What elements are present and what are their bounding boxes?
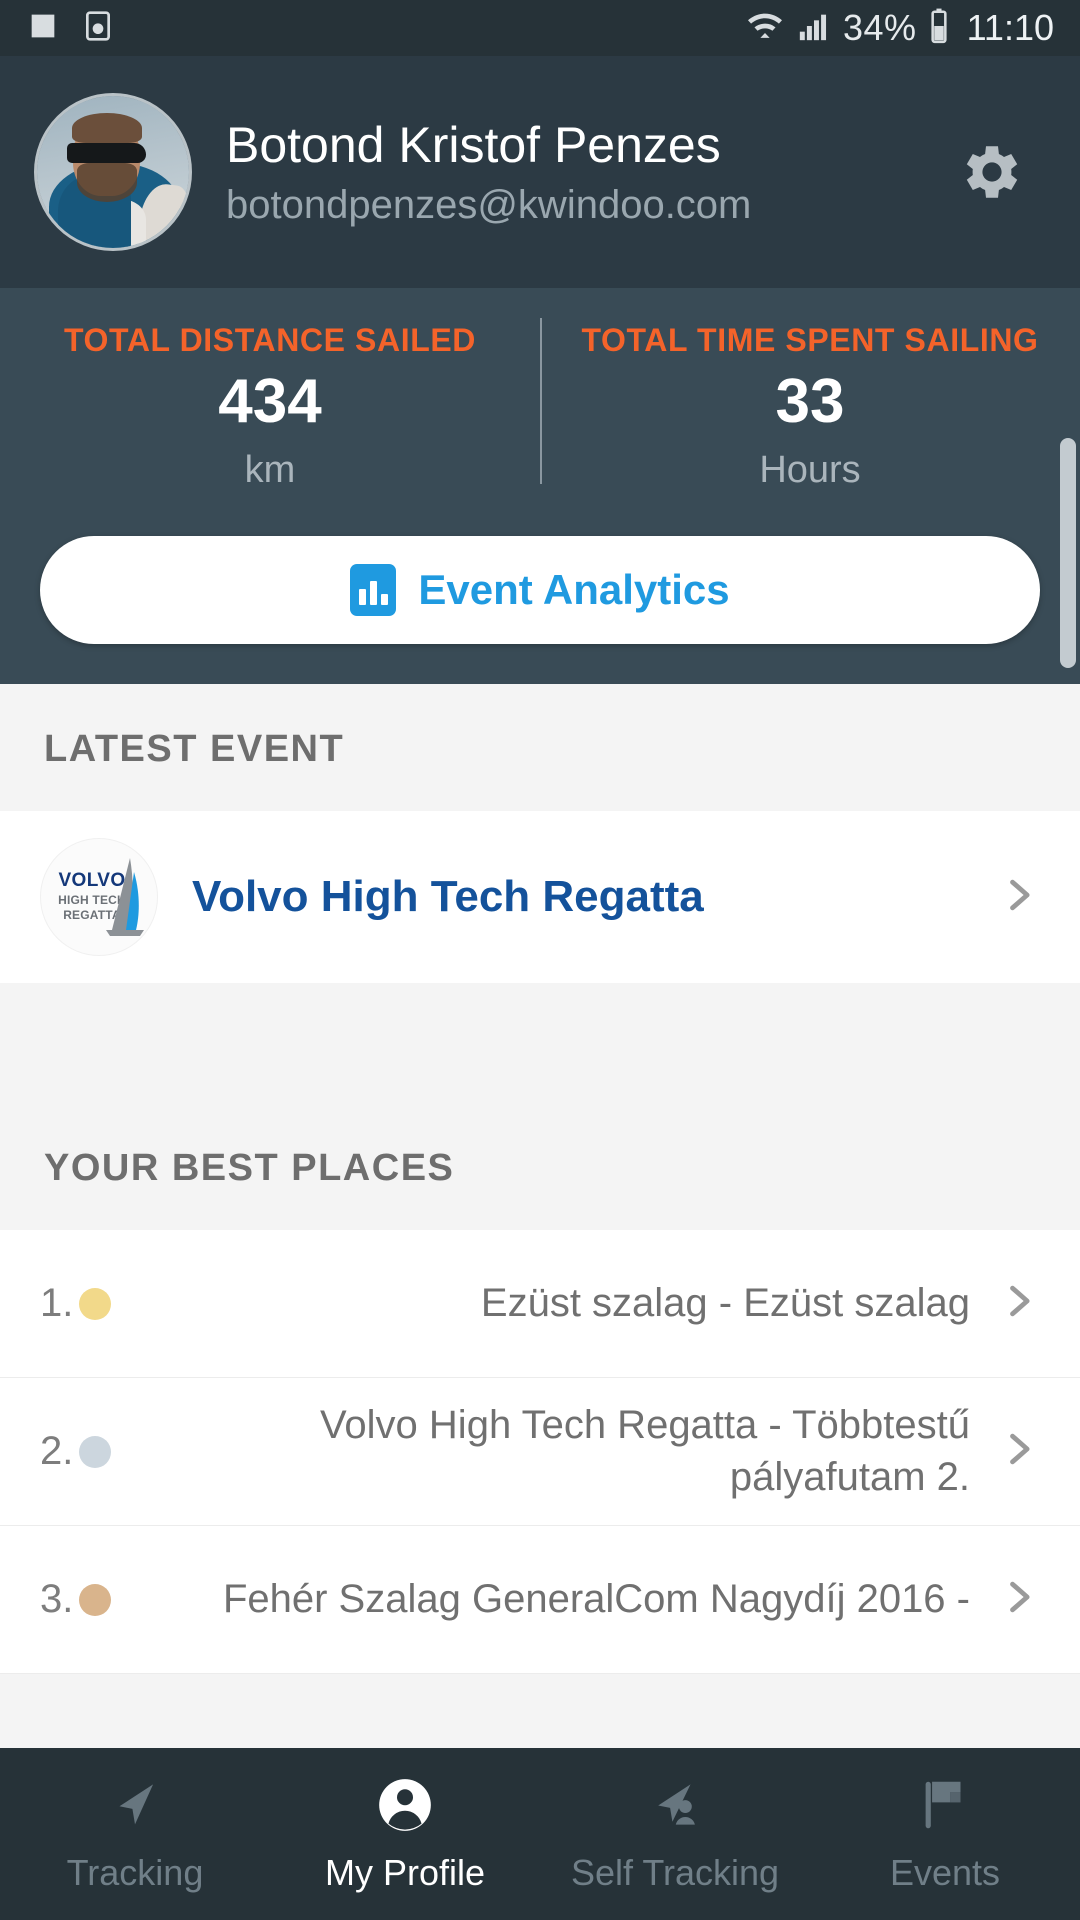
person-circle-icon: [374, 1774, 436, 1836]
profile-email: botondpenzes@kwindoo.com: [226, 182, 752, 227]
place-rank: 3.: [40, 1577, 132, 1622]
event-analytics-button[interactable]: Event Analytics: [40, 536, 1040, 644]
chevron-right-icon[interactable]: [996, 1419, 1040, 1484]
table-row[interactable]: 3. Fehér Szalag GeneralCom Nagydíj 2016 …: [0, 1526, 1080, 1674]
stat-unit: Hours: [759, 449, 861, 491]
stat-label: TOTAL DISTANCE SAILED: [63, 322, 477, 358]
table-row[interactable]: 1. Ezüst szalag - Ezüst szalag: [0, 1230, 1080, 1378]
place-name: Fehér Szalag GeneralCom Nagydíj 2016 -: [222, 1576, 970, 1621]
nav-item-tracking[interactable]: Tracking: [0, 1774, 270, 1894]
wifi-icon: [745, 9, 785, 48]
stat-total-distance: TOTAL DISTANCE SAILED 434 km: [0, 322, 540, 492]
battery-icon: [927, 7, 951, 50]
medal-bronze-icon: [79, 1583, 112, 1616]
chevron-right-icon[interactable]: [996, 1271, 1040, 1336]
medal-gold-icon: [79, 1287, 112, 1320]
stat-total-time: TOTAL TIME SPENT SAILING 33 Hours: [540, 318, 1080, 492]
place-rank: 1.: [40, 1281, 132, 1326]
stat-unit: km: [244, 449, 296, 491]
flag-icon: [914, 1774, 976, 1836]
nav-label: My Profile: [324, 1852, 486, 1893]
place-name: Ezüst szalag - Ezüst szalag: [480, 1280, 970, 1325]
nav-label: Tracking: [66, 1852, 204, 1893]
nav-item-my-profile[interactable]: My Profile: [270, 1774, 540, 1894]
gear-icon[interactable]: [956, 136, 1028, 208]
image-icon: [26, 9, 60, 48]
bar-chart-icon: [350, 564, 397, 616]
rank-number: 2.: [40, 1429, 74, 1473]
signal-icon: [795, 9, 833, 48]
event-analytics-label: Event Analytics: [418, 566, 730, 613]
latest-event-row[interactable]: VOLVO HIGH TECH REGATTA Volvo High Tech …: [0, 811, 1080, 983]
stat-label: TOTAL TIME SPENT SAILING: [581, 322, 1039, 358]
stats-row: TOTAL DISTANCE SAILED 434 km TOTAL TIME …: [0, 318, 1080, 492]
bottom-navigation: Tracking My Profile Self Tracking Events: [0, 1748, 1080, 1920]
nav-item-events[interactable]: Events: [810, 1774, 1080, 1894]
battery-percent-label: 34%: [843, 7, 917, 48]
sail-icon: [106, 858, 144, 936]
clock-label: 11:10: [966, 7, 1054, 48]
stat-value: 434: [218, 367, 322, 436]
navigation-arrow-icon: [104, 1774, 166, 1836]
profile-name: Botond Kristof Penzes: [226, 116, 721, 173]
stat-value: 33: [775, 367, 845, 436]
place-rank: 2.: [40, 1429, 132, 1474]
latest-event-section-title: LATEST EVENT: [0, 684, 1080, 811]
latest-event-title: Volvo High Tech Regatta: [192, 872, 704, 921]
place-name: Volvo High Tech Regatta - Többtestű pály…: [319, 1403, 970, 1499]
section-spacer: [0, 983, 1080, 1103]
nav-item-self-tracking[interactable]: Self Tracking: [540, 1774, 810, 1894]
chevron-right-icon[interactable]: [996, 865, 1040, 930]
profile-header: Botond Kristof Penzes botondpenzes@kwind…: [0, 56, 1080, 288]
rank-number: 3.: [40, 1577, 74, 1621]
avatar[interactable]: [34, 93, 192, 251]
stats-panel: TOTAL DISTANCE SAILED 434 km TOTAL TIME …: [0, 288, 1080, 684]
nav-label: Self Tracking: [570, 1852, 780, 1893]
medal-silver-icon: [79, 1435, 112, 1468]
navigation-person-icon: [644, 1774, 706, 1836]
status-bar: 34% 11:10: [0, 0, 1080, 56]
best-places-section-title: YOUR BEST PLACES: [0, 1103, 1080, 1230]
status-bar-left-icons: [26, 9, 114, 48]
screen-recorder-icon: [82, 9, 114, 48]
chevron-right-icon[interactable]: [996, 1567, 1040, 1632]
nav-label: Events: [889, 1852, 1001, 1893]
profile-text: Botond Kristof Penzes botondpenzes@kwind…: [192, 116, 956, 227]
rank-number: 1.: [40, 1281, 74, 1325]
status-bar-right-icons: 34% 11:10: [745, 7, 1054, 50]
table-row[interactable]: 2. Volvo High Tech Regatta - Többtestű p…: [0, 1378, 1080, 1526]
app-root: 34% 11:10 Botond Kristof Penzes botondpe…: [0, 0, 1080, 1920]
volvo-regatta-logo: VOLVO HIGH TECH REGATTA: [40, 838, 158, 956]
